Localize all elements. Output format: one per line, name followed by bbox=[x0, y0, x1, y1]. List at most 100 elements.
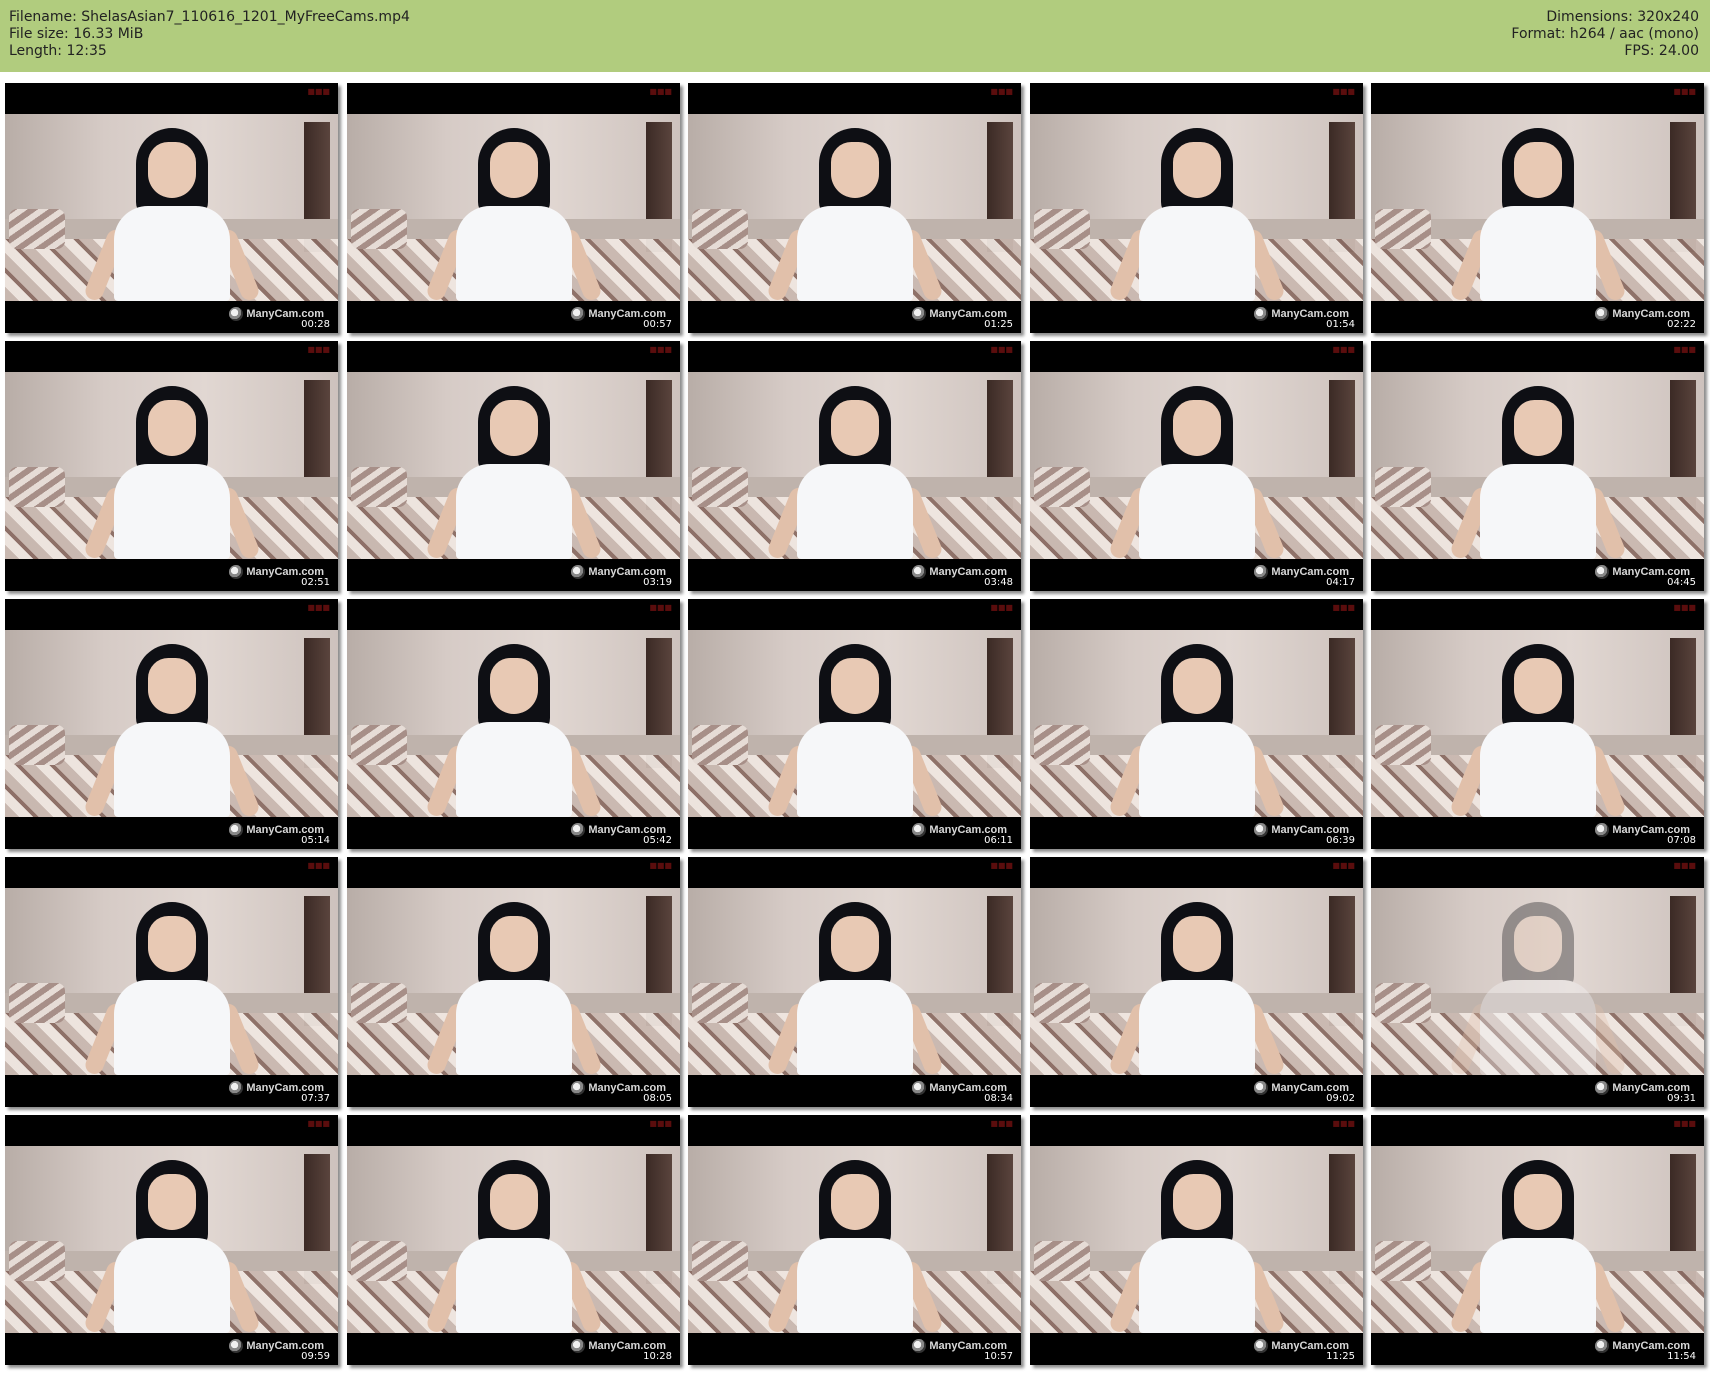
watermark-icon: ■■■ bbox=[307, 1119, 330, 1128]
frame-image bbox=[1030, 888, 1363, 1075]
person bbox=[1448, 1158, 1627, 1333]
video-thumbnail[interactable]: ■■■ ManyCam.com 11:54 bbox=[1371, 1115, 1704, 1365]
video-thumbnail[interactable]: ■■■ ManyCam.com 05:14 bbox=[5, 599, 338, 849]
person bbox=[1448, 384, 1627, 559]
video-thumbnail[interactable]: ■■■ ManyCam.com 02:51 bbox=[5, 341, 338, 591]
letterbox-top: ■■■ bbox=[1030, 341, 1363, 372]
letterbox-top: ■■■ bbox=[688, 857, 1021, 888]
video-thumbnail[interactable]: ■■■ ManyCam.com 08:05 bbox=[347, 857, 680, 1107]
frame-image bbox=[1371, 888, 1704, 1075]
webcam-icon bbox=[1254, 565, 1269, 579]
letterbox-top: ■■■ bbox=[5, 599, 338, 630]
watermark-icon: ■■■ bbox=[990, 603, 1013, 612]
timestamp: 10:28 bbox=[643, 1351, 672, 1362]
webcam-icon bbox=[571, 307, 586, 321]
frame-image bbox=[1371, 1146, 1704, 1333]
watermark-icon: ■■■ bbox=[990, 861, 1013, 870]
watermark-icon: ■■■ bbox=[1332, 861, 1355, 870]
watermark-icon: ■■■ bbox=[649, 87, 672, 96]
webcam-icon bbox=[571, 1081, 586, 1095]
webcam-icon bbox=[1595, 1081, 1610, 1095]
frame-image bbox=[688, 114, 1021, 301]
thumbnail-grid: ■■■ ManyCam.com 00:28 ■■■ ManyCam.com 00:57 ■■… bbox=[0, 0, 1710, 1373]
watermark-icon: ■■■ bbox=[990, 345, 1013, 354]
pillow bbox=[351, 983, 407, 1023]
video-thumbnail[interactable]: ■■■ ManyCam.com 05:42 bbox=[347, 599, 680, 849]
pillow bbox=[1034, 1241, 1090, 1281]
timestamp: 11:54 bbox=[1667, 1351, 1696, 1362]
video-thumbnail[interactable]: ■■■ ManyCam.com 09:59 bbox=[5, 1115, 338, 1365]
letterbox-top: ■■■ bbox=[1371, 83, 1704, 114]
pillow bbox=[9, 467, 65, 507]
video-thumbnail[interactable]: ■■■ ManyCam.com 03:19 bbox=[347, 341, 680, 591]
video-thumbnail[interactable]: ■■■ ManyCam.com 02:22 bbox=[1371, 83, 1704, 333]
watermark-icon: ■■■ bbox=[1673, 861, 1696, 870]
webcam-icon bbox=[229, 1081, 244, 1095]
webcam-icon bbox=[912, 823, 927, 837]
video-thumbnail[interactable]: ■■■ ManyCam.com 03:48 bbox=[688, 341, 1021, 591]
video-thumbnail[interactable]: ■■■ ManyCam.com 11:25 bbox=[1030, 1115, 1363, 1365]
frame-image bbox=[688, 372, 1021, 559]
person bbox=[82, 1158, 261, 1333]
video-thumbnail[interactable]: ■■■ ManyCam.com 06:39 bbox=[1030, 599, 1363, 849]
video-thumbnail[interactable]: ■■■ ManyCam.com 01:25 bbox=[688, 83, 1021, 333]
frame-image bbox=[1030, 630, 1363, 817]
video-thumbnail[interactable]: ■■■ ManyCam.com 10:57 bbox=[688, 1115, 1021, 1365]
video-thumbnail[interactable]: ■■■ ManyCam.com 01:54 bbox=[1030, 83, 1363, 333]
person bbox=[765, 384, 944, 559]
pillow bbox=[1375, 983, 1431, 1023]
watermark-icon: ■■■ bbox=[307, 603, 330, 612]
pillow bbox=[9, 1241, 65, 1281]
video-thumbnail[interactable]: ■■■ ManyCam.com 04:45 bbox=[1371, 341, 1704, 591]
video-thumbnail[interactable]: ■■■ ManyCam.com 00:57 bbox=[347, 83, 680, 333]
video-thumbnail[interactable]: ■■■ ManyCam.com 00:28 bbox=[5, 83, 338, 333]
pillow bbox=[1034, 983, 1090, 1023]
person bbox=[1448, 900, 1627, 1075]
pillow bbox=[1034, 467, 1090, 507]
person bbox=[82, 126, 261, 301]
webcam-icon bbox=[912, 1081, 927, 1095]
person bbox=[1107, 1158, 1286, 1333]
timestamp: 10:57 bbox=[984, 1351, 1013, 1362]
video-thumbnail[interactable]: ■■■ ManyCam.com 04:17 bbox=[1030, 341, 1363, 591]
pillow bbox=[692, 983, 748, 1023]
timestamp: 04:45 bbox=[1667, 577, 1696, 588]
webcam-icon bbox=[1595, 823, 1610, 837]
video-thumbnail[interactable]: ■■■ ManyCam.com 09:31 bbox=[1371, 857, 1704, 1107]
letterbox-top: ■■■ bbox=[1371, 1115, 1704, 1146]
frame-image bbox=[347, 630, 680, 817]
video-thumbnail[interactable]: ■■■ ManyCam.com 09:02 bbox=[1030, 857, 1363, 1107]
pillow bbox=[351, 467, 407, 507]
frame-image bbox=[347, 114, 680, 301]
webcam-icon bbox=[912, 1339, 927, 1353]
video-thumbnail[interactable]: ■■■ ManyCam.com 10:28 bbox=[347, 1115, 680, 1365]
watermark-icon: ■■■ bbox=[1673, 345, 1696, 354]
letterbox-top: ■■■ bbox=[347, 1115, 680, 1146]
webcam-icon bbox=[229, 1339, 244, 1353]
video-thumbnail[interactable]: ■■■ ManyCam.com 07:08 bbox=[1371, 599, 1704, 849]
pillow bbox=[692, 467, 748, 507]
video-thumbnail[interactable]: ■■■ ManyCam.com 08:34 bbox=[688, 857, 1021, 1107]
person bbox=[765, 1158, 944, 1333]
webcam-icon bbox=[571, 823, 586, 837]
person bbox=[82, 384, 261, 559]
frame-image bbox=[347, 888, 680, 1075]
person bbox=[82, 642, 261, 817]
watermark-icon: ■■■ bbox=[649, 861, 672, 870]
person bbox=[424, 126, 603, 301]
letterbox-top: ■■■ bbox=[347, 83, 680, 114]
frame-image bbox=[1030, 114, 1363, 301]
frame-image bbox=[347, 372, 680, 559]
pillow bbox=[1375, 467, 1431, 507]
video-thumbnail[interactable]: ■■■ ManyCam.com 06:11 bbox=[688, 599, 1021, 849]
pillow bbox=[351, 725, 407, 765]
timestamp: 09:02 bbox=[1326, 1093, 1355, 1104]
watermark-icon: ■■■ bbox=[990, 87, 1013, 96]
pillow bbox=[692, 209, 748, 249]
timestamp: 01:54 bbox=[1326, 319, 1355, 330]
letterbox-top: ■■■ bbox=[5, 857, 338, 888]
timestamp: 02:51 bbox=[301, 577, 330, 588]
watermark-icon: ■■■ bbox=[1332, 87, 1355, 96]
webcam-icon bbox=[1254, 307, 1269, 321]
video-thumbnail[interactable]: ■■■ ManyCam.com 07:37 bbox=[5, 857, 338, 1107]
